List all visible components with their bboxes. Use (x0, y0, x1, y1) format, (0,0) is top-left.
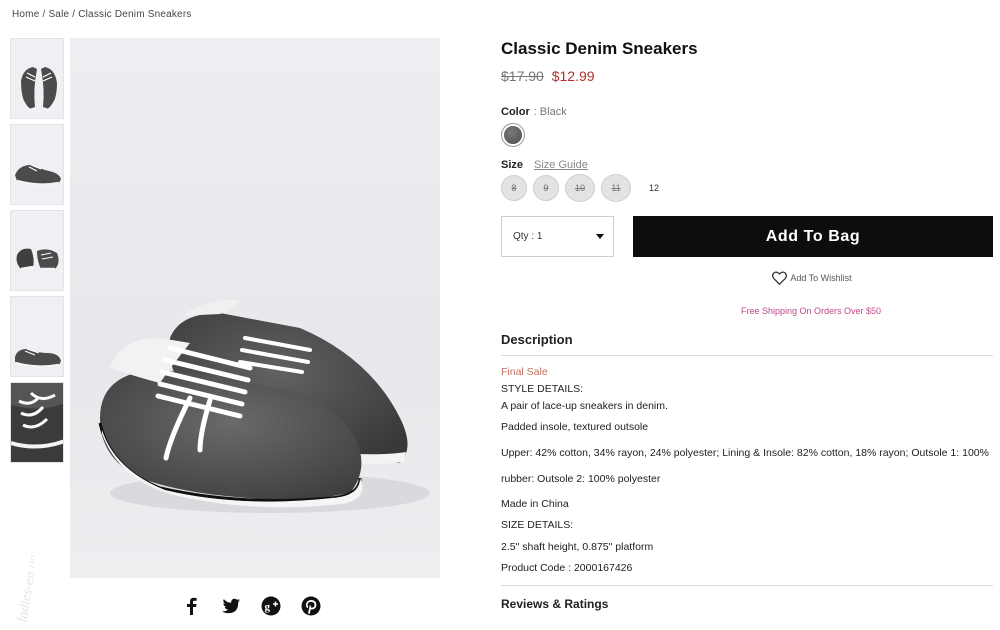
thumbnail-back[interactable] (10, 210, 64, 291)
breadcrumb-separator: / (42, 9, 46, 20)
thumbnail-closeup[interactable] (10, 382, 64, 463)
breadcrumb-current: Classic Denim Sneakers (78, 9, 192, 20)
twitter-icon[interactable] (220, 595, 242, 617)
product-main-image[interactable] (70, 38, 440, 578)
thumbnail-side[interactable] (10, 124, 64, 205)
size-option-8[interactable]: 8 (501, 175, 527, 201)
description-title: Description (501, 332, 573, 347)
sale-price: $12.99 (551, 68, 595, 84)
color-label: Color (501, 106, 530, 118)
color-swatch-black[interactable] (501, 123, 525, 147)
pinterest-icon[interactable] (300, 595, 322, 617)
original-price: $17.90 (501, 68, 544, 84)
quantity-value: Qty : 1 (513, 231, 543, 242)
breadcrumb-home[interactable]: Home (12, 9, 39, 20)
color-selector: Color: Black (501, 106, 993, 147)
add-to-bag-button[interactable]: Add To Bag (633, 216, 993, 257)
quantity-select[interactable]: Qty : 1 (501, 216, 614, 257)
size-option-12[interactable]: 12 (641, 175, 667, 201)
svg-text:g: g (265, 601, 271, 613)
style-details-heading: STYLE DETAILS: (501, 383, 584, 395)
final-sale-label: Final Sale (501, 366, 548, 378)
description-line: rubber: Outsole 2: 100% polyester (501, 473, 661, 485)
description-line: A pair of lace-up sneakers in denim. (501, 400, 668, 412)
description-line: 2.5" shaft height, 0.875" platform (501, 541, 654, 553)
size-details-heading: SIZE DETAILS: (501, 519, 574, 531)
product-code: Product Code : 2000167426 (501, 562, 633, 574)
size-option-11[interactable]: 11 (601, 174, 631, 202)
description-header[interactable]: Description (501, 332, 993, 356)
purchase-row: Qty : 1 Add To Bag (501, 216, 993, 257)
share-bar: g (180, 595, 322, 617)
thumbnail-front[interactable] (10, 38, 64, 119)
watermark: ladies-ep.ua (4, 505, 42, 625)
description-line: Padded insole, textured outsole (501, 421, 649, 433)
price: $17.90 $12.99 (501, 68, 993, 84)
add-to-wishlist-link[interactable]: Add To Wishlist (501, 271, 993, 285)
size-label: Size (501, 159, 524, 171)
size-option-10[interactable]: 10 (565, 174, 595, 202)
breadcrumb-separator: / (72, 9, 76, 20)
size-option-9[interactable]: 9 (533, 175, 559, 201)
facebook-icon[interactable] (180, 595, 202, 617)
product-title: Classic Denim Sneakers (501, 39, 698, 58)
wishlist-label: Add To Wishlist (790, 273, 852, 283)
size-header: Size Size Guide (501, 159, 993, 171)
color-value: Black (539, 106, 567, 118)
reviews-title: Reviews & Ratings (501, 597, 609, 611)
description-body: Final Sale STYLE DETAILS: A pair of lace… (501, 366, 993, 575)
breadcrumb: Home / Sale / Classic Denim Sneakers (12, 9, 192, 20)
chevron-down-icon (596, 234, 604, 239)
description-line: Made in China (501, 498, 569, 510)
google-plus-icon[interactable]: g (260, 595, 282, 617)
reviews-header[interactable]: Reviews & Ratings (501, 585, 993, 611)
description-line: Upper: 42% cotton, 34% rayon, 24% polyes… (501, 447, 989, 459)
svg-text:ladies-ep.ua: ladies-ep.ua (15, 553, 34, 623)
size-guide-link[interactable]: Size Guide (534, 159, 588, 171)
size-options: 8 9 10 11 12 (501, 174, 993, 202)
heart-icon (772, 271, 788, 285)
breadcrumb-sale[interactable]: Sale (48, 9, 69, 20)
free-shipping-notice: Free Shipping On Orders Over $50 (741, 306, 882, 316)
thumbnail-profile[interactable] (10, 296, 64, 377)
thumbnail-list (10, 38, 64, 468)
color-separator: : (533, 106, 537, 118)
product-info: Classic Denim Sneakers $17.90 $12.99 Col… (501, 38, 993, 611)
